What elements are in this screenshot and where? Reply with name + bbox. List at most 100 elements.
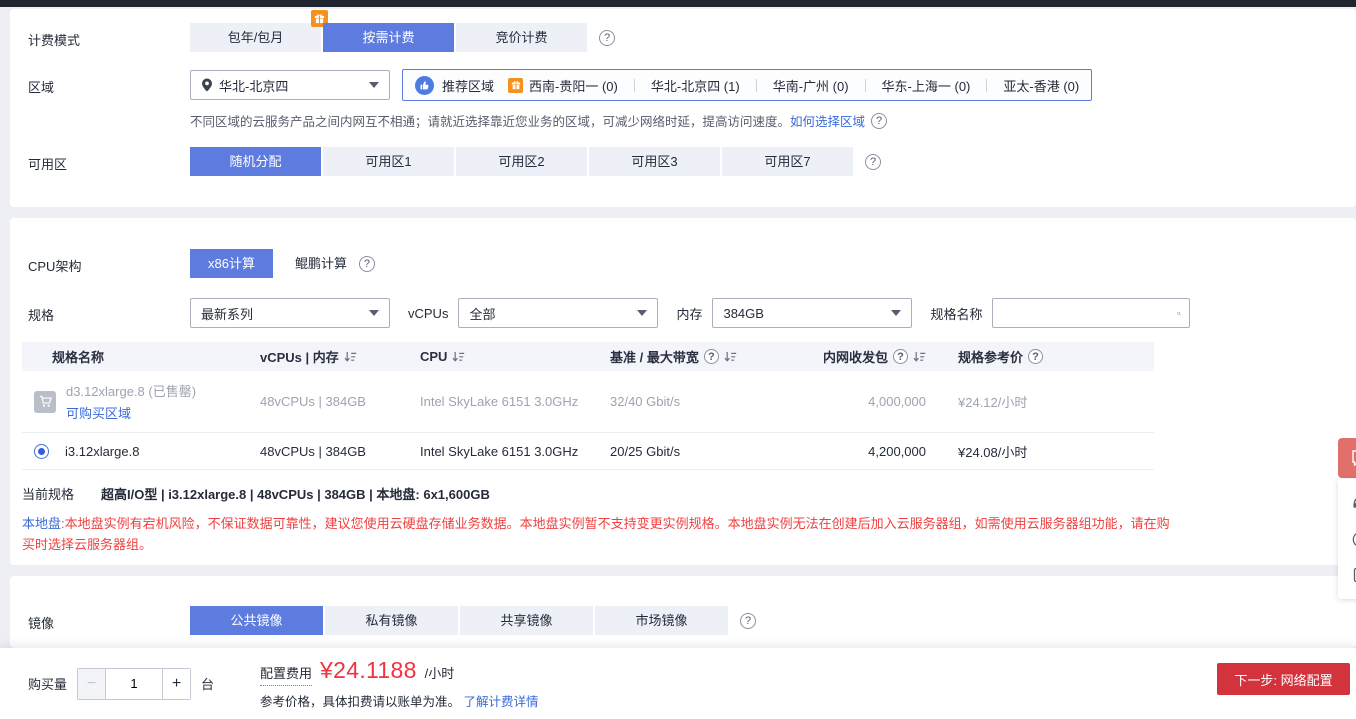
purchasable-regions-link[interactable]: 可购买区域 — [66, 403, 196, 422]
quantity-increase-button[interactable]: + — [162, 668, 191, 699]
region-option-hongkong[interactable]: 亚太-香港 (0) — [1003, 76, 1079, 95]
cpu-arch-kunpeng-button[interactable]: 鲲鹏计算 — [295, 249, 347, 278]
billing-details-link[interactable]: 了解计费详情 — [464, 695, 539, 709]
tab-prepaid[interactable]: 包年/包月 — [190, 10, 328, 52]
quantity-decrease-button[interactable]: − — [78, 668, 107, 699]
az-tab-1[interactable]: 可用区1 — [323, 147, 454, 176]
image-config-card: 镜像 公共镜像 私有镜像 共享镜像 市场镜像 ? — [10, 576, 1356, 648]
az-tab-2[interactable]: 可用区2 — [456, 147, 587, 176]
flavor-bandwidth: 32/40 Gbit/s — [610, 394, 681, 409]
image-tab-marketplace[interactable]: 市场镜像 — [595, 606, 728, 635]
recommended-regions-bar: 推荐区域 西南-贵阳一 (0) 华北-北京四 (1) 华南-广州 (0) 华东-… — [402, 69, 1093, 101]
fee-note: 参考价格，具体扣费请以账单为准。 — [260, 695, 461, 709]
spec-filters: 最新系列 vCPUs 全部 内存 384GB 规格名称 — [190, 298, 1191, 328]
image-tab-private[interactable]: 私有镜像 — [325, 606, 458, 635]
az-tab-3[interactable]: 可用区3 — [589, 147, 720, 176]
image-help-icon[interactable]: ? — [740, 613, 756, 629]
billing-mode-label: 计费模式 — [28, 33, 81, 48]
local-disk-link[interactable]: 本地盘 — [22, 516, 61, 531]
tab-ondemand[interactable]: 按需计费 — [323, 23, 454, 52]
region-option-shanghai1[interactable]: 华东-上海一 (0) — [882, 76, 971, 95]
search-icon[interactable] — [1177, 306, 1182, 321]
az-help-icon[interactable]: ? — [865, 154, 881, 170]
chevron-down-icon — [369, 310, 379, 316]
price-help-icon[interactable]: ? — [1028, 349, 1044, 364]
flavor-row-i3[interactable]: i3.12xlarge.8 48vCPUs | 384GB Intel SkyL… — [22, 433, 1154, 470]
flavor-pps: 4,000,000 — [868, 394, 926, 409]
sort-icon[interactable] — [913, 351, 926, 363]
region-option-beijing4[interactable]: 华北-北京四 (1) — [651, 76, 740, 95]
next-step-button[interactable]: 下一步: 网络配置 — [1217, 663, 1350, 695]
chat-bubble-icon — [1351, 450, 1356, 466]
image-tab-public[interactable]: 公共镜像 — [190, 606, 323, 635]
vcpus-select[interactable]: 全部 — [458, 298, 659, 328]
sort-icon[interactable] — [344, 351, 357, 363]
col-header-name: 规格名称 — [52, 350, 105, 365]
side-help-panel: ? — [1338, 479, 1356, 599]
region-option-guangzhou[interactable]: 华南-广州 (0) — [773, 76, 849, 95]
billing-mode-tabs: 包年/包月 按需计费 竞价计费 — [190, 10, 587, 52]
feedback-button[interactable] — [1338, 557, 1356, 593]
divider — [986, 78, 988, 92]
chevron-down-icon — [369, 82, 379, 88]
current-spec-row: 当前规格 超高I/O型 | i3.12xlarge.8 | 48vCPUs | … — [22, 484, 1356, 503]
sort-icon[interactable] — [724, 351, 737, 363]
flavor-row-d3[interactable]: d3.12xlarge.8 (已售罄) 可购买区域 48vCPUs | 384G… — [22, 371, 1154, 433]
flavor-table: 规格名称 vCPUs | 内存 CPU 基准 / 最大带宽 ? 内网收发包 ? … — [22, 342, 1154, 470]
vcpus-filter-label: vCPUs — [408, 305, 449, 321]
help-center-button[interactable]: ? — [1338, 521, 1356, 557]
tab-spot[interactable]: 竞价计费 — [456, 23, 587, 52]
how-to-choose-region-link[interactable]: 如何选择区域 — [790, 111, 865, 130]
az-tab-7[interactable]: 可用区7 — [722, 147, 853, 176]
gift-promo-icon — [508, 77, 524, 93]
current-spec-value: 超高I/O型 | i3.12xlarge.8 | 48vCPUs | 384GB… — [101, 487, 490, 502]
hotline-button[interactable] — [1338, 485, 1356, 521]
series-select[interactable]: 最新系列 — [190, 298, 390, 328]
col-header-bandwidth: 基准 / 最大带宽 ? — [610, 347, 760, 366]
current-spec-label: 当前规格 — [22, 487, 75, 502]
image-label: 镜像 — [28, 616, 55, 631]
question-circle-icon: ? — [1352, 532, 1356, 546]
quantity-label: 购买量 — [28, 677, 68, 692]
region-hint-help-icon[interactable]: ? — [871, 112, 888, 129]
bandwidth-help-icon[interactable]: ? — [703, 349, 719, 364]
region-hint: 不同区域的云服务产品之间内网互不相通；请就近选择靠近您业务的区域，可减少网络时延… — [190, 111, 1356, 130]
divider — [755, 78, 757, 92]
quantity-input[interactable] — [106, 668, 163, 699]
flavor-vcpu-mem: 48vCPUs | 384GB — [260, 443, 366, 459]
flavor-price: ¥24.08/小时 — [958, 444, 1028, 460]
divider — [633, 78, 635, 92]
location-pin-icon — [202, 78, 212, 92]
spec-name-filter-label: 规格名称 — [930, 306, 983, 322]
image-tabs: 公共镜像 私有镜像 共享镜像 市场镜像 — [190, 606, 728, 635]
sort-icon[interactable] — [452, 351, 465, 363]
quantity-stepper: − + — [77, 667, 192, 700]
chat-support-button[interactable] — [1338, 438, 1356, 478]
spec-name-search-input[interactable] — [1001, 300, 1178, 326]
survey-form-icon — [1353, 567, 1356, 583]
cpu-arch-label: CPU架构 — [28, 259, 82, 274]
soldout-cart-icon — [34, 390, 56, 413]
col-header-price: 规格参考价 ? — [950, 347, 1154, 366]
image-tab-shared[interactable]: 共享镜像 — [460, 606, 593, 635]
spec-name-search — [992, 298, 1191, 328]
billing-help-icon[interactable]: ? — [599, 30, 615, 46]
pps-help-icon[interactable]: ? — [893, 349, 908, 364]
cpu-arch-help-icon[interactable]: ? — [358, 256, 375, 272]
memory-filter-label: 内存 — [676, 306, 703, 322]
chevron-down-icon — [637, 310, 648, 316]
flavor-bandwidth: 20/25 Gbit/s — [610, 443, 681, 459]
cpu-arch-x86-button[interactable]: x86计算 — [190, 249, 273, 278]
az-tab-random[interactable]: 随机分配 — [190, 147, 321, 176]
radio-selected-icon[interactable] — [34, 443, 49, 459]
local-disk-warning: 本地盘:本地盘实例有宕机风险，不保证数据可靠性，建议您使用云硬盘存储业务数据。本… — [22, 516, 1170, 552]
basic-config-card: 计费模式 包年/包月 按需计费 竞价计费 ? 区域 华北-北京四 推荐区域 西南… — [10, 9, 1356, 207]
flavor-table-header: 规格名称 vCPUs | 内存 CPU 基准 / 最大带宽 ? 内网收发包 ? … — [22, 342, 1154, 371]
region-select[interactable]: 华北-北京四 — [190, 70, 390, 100]
col-header-pps: 内网收发包 ? — [760, 347, 950, 366]
memory-select[interactable]: 384GB — [712, 298, 913, 328]
col-header-cpu: CPU — [420, 349, 610, 364]
flavor-name: d3.12xlarge.8 (已售罄) — [66, 384, 197, 399]
region-option-guiyang[interactable]: 西南-贵阳一 (0) — [508, 76, 618, 95]
purchase-footer-bar: 购买量 − + 台 配置费用 ¥24.1188 /小时 参考价格，具体扣费请以账… — [0, 648, 1356, 719]
